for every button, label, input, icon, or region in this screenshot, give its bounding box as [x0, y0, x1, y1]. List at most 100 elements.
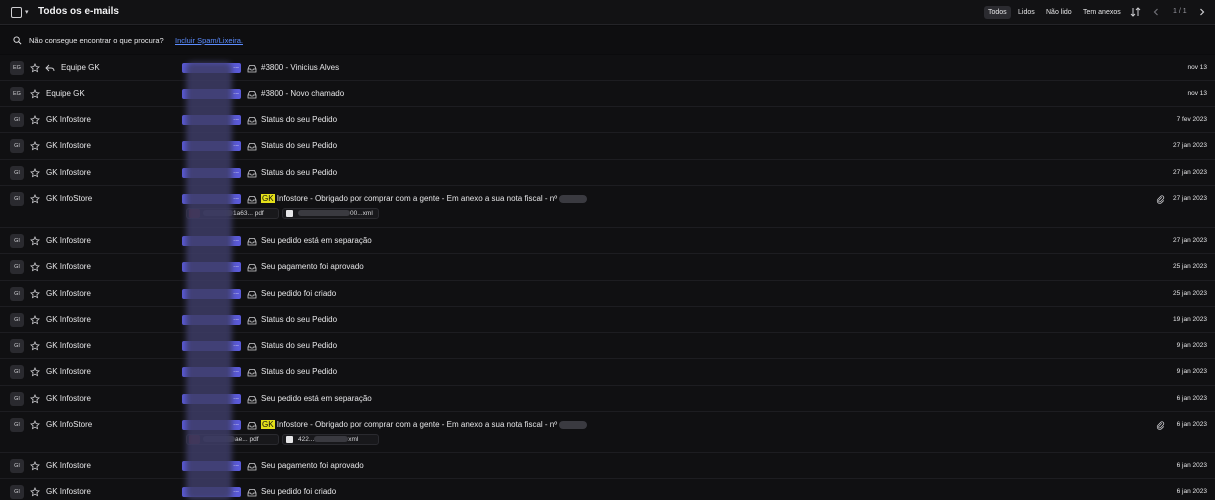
file-icon: [286, 436, 293, 443]
email-row[interactable]: GI GK Infostore... Status do seu Pedido 27 …: [0, 133, 1215, 160]
email-row[interactable]: GI GK Infostore... Status do seu Pedido 27 …: [0, 160, 1215, 186]
avatar: EG: [10, 87, 24, 101]
star-icon[interactable]: [30, 236, 40, 246]
inbox-icon: [247, 342, 257, 350]
next-page-icon[interactable]: [1196, 6, 1208, 18]
star-icon[interactable]: [30, 420, 40, 430]
star-icon[interactable]: [30, 289, 40, 299]
star-icon[interactable]: [30, 341, 40, 351]
inbox-icon: [247, 263, 257, 271]
sort-icon[interactable]: [1130, 6, 1142, 18]
redacted-value: [314, 436, 349, 443]
filter-read[interactable]: Lidos: [1014, 6, 1039, 19]
email-subject: Seu pedido foi criado: [261, 289, 337, 298]
star-icon[interactable]: [30, 262, 40, 272]
inbox-icon: [247, 421, 257, 429]
attachment-name: 422... xml: [298, 436, 359, 443]
star-icon[interactable]: [30, 315, 40, 325]
email-row[interactable]: GI GK Infostore... Seu pedido foi criado 6 …: [0, 479, 1215, 500]
select-dropdown-icon[interactable]: ▾: [25, 8, 29, 16]
search-highlight: GK: [261, 420, 275, 429]
inbox-icon: [247, 169, 257, 177]
sender-name: GK Infostore: [46, 461, 91, 470]
email-date: 27 jan 2023: [1173, 142, 1207, 149]
star-icon[interactable]: [30, 141, 40, 151]
email-date: 25 jan 2023: [1173, 290, 1207, 297]
email-date: 9 jan 2023: [1176, 342, 1207, 349]
reply-icon: [45, 64, 55, 72]
include-spam-trash-link[interactable]: Incluir Spam/Lixeira.: [175, 36, 243, 45]
email-date: 6 jan 2023: [1176, 421, 1207, 428]
email-row[interactable]: GI GK InfoStore... GK Infostore - Obrigado…: [0, 412, 1215, 453]
star-icon[interactable]: [30, 194, 40, 204]
avatar: GI: [10, 418, 24, 432]
email-subject: Status do seu Pedido: [261, 168, 338, 177]
filter-unread[interactable]: Não lido: [1042, 6, 1076, 19]
inbox-icon: [247, 116, 257, 124]
email-subject: Status do seu Pedido: [261, 141, 338, 150]
inbox-icon: [247, 395, 257, 403]
paperclip-icon: [1156, 195, 1165, 204]
attachment-xml[interactable]: 00...xml: [282, 208, 379, 219]
prev-page-icon[interactable]: [1150, 6, 1162, 18]
email-date: nov 13: [1187, 64, 1207, 71]
email-date: 6 jan 2023: [1176, 395, 1207, 402]
email-row[interactable]: GI GK Infostore... Status do seu Pedido 7 f…: [0, 107, 1215, 133]
filter-all[interactable]: Todos: [984, 6, 1011, 19]
avatar: GI: [10, 485, 24, 499]
attachment-xml[interactable]: 422... xml: [282, 434, 379, 445]
star-icon[interactable]: [30, 63, 40, 73]
email-row[interactable]: GI GK Infostore... Status do seu Pedido 19 …: [0, 307, 1215, 333]
attachment-name: 00...xml: [298, 209, 373, 218]
paperclip-icon: [1156, 421, 1165, 430]
email-subject: GK Infostore - Obrigado por comprar com …: [261, 194, 588, 203]
email-subject: Status do seu Pedido: [261, 115, 338, 124]
page-count: 1 / 1: [1173, 8, 1187, 15]
email-row[interactable]: GI GK Infostore... Status do seu Pedido 9 j…: [0, 359, 1215, 386]
email-row[interactable]: GI GK Infostore... Seu pagamento foi aprov…: [0, 453, 1215, 479]
filter-attachments[interactable]: Tem anexos: [1079, 6, 1125, 19]
star-icon[interactable]: [30, 168, 40, 178]
email-row[interactable]: EG Equipe GK... #3800 - Novo chamado nov 13: [0, 81, 1215, 107]
email-subject: Status do seu Pedido: [261, 341, 338, 350]
sender-name: GK Infostore: [46, 115, 91, 124]
select-all-checkbox[interactable]: [11, 7, 22, 18]
inbox-icon: [247, 290, 257, 298]
star-icon[interactable]: [30, 89, 40, 99]
sender-name: GK Infostore: [46, 141, 91, 150]
inbox-icon: [247, 462, 257, 470]
email-subject: Status do seu Pedido: [261, 315, 338, 324]
email-row[interactable]: GI GK Infostore... Seu pedido está em sepa…: [0, 228, 1215, 254]
email-row[interactable]: GI GK Infostore... Status do seu Pedido 9 j…: [0, 333, 1215, 359]
star-icon[interactable]: [30, 461, 40, 471]
file-icon: [286, 210, 293, 217]
sender-name: Equipe GK: [61, 63, 100, 72]
email-date: 7 fev 2023: [1176, 116, 1207, 123]
email-row[interactable]: GI GK Infostore... Seu pagamento foi aprov…: [0, 254, 1215, 281]
avatar: GI: [10, 392, 24, 406]
inbox-icon: [247, 368, 257, 376]
inbox-icon: [247, 90, 257, 98]
star-icon[interactable]: [30, 115, 40, 125]
sender-name: GK InfoStore: [46, 420, 93, 429]
inbox-icon: [247, 195, 257, 203]
email-date: 9 jan 2023: [1176, 368, 1207, 375]
email-row[interactable]: GI GK Infostore... Seu pedido está em sepa…: [0, 386, 1215, 412]
email-row[interactable]: GI GK Infostore... Seu pedido foi criado 25…: [0, 281, 1215, 307]
email-subject: Seu pedido foi criado: [261, 487, 337, 496]
sender-name: GK Infostore: [46, 168, 91, 177]
email-row[interactable]: GI GK InfoStore... GK Infostore - Obrigado…: [0, 186, 1215, 228]
avatar: GI: [10, 260, 24, 274]
sender-name: Equipe GK: [46, 89, 85, 98]
email-row[interactable]: EG Equipe GK... #3800 - Vinicius Alves nov …: [0, 55, 1215, 81]
star-icon[interactable]: [30, 367, 40, 377]
search-hint-banner: Não consegue encontrar o que procura? In…: [0, 26, 1215, 54]
sender-name: GK Infostore: [46, 341, 91, 350]
redacted-value: [559, 194, 588, 203]
email-date: nov 13: [1187, 90, 1207, 97]
star-icon[interactable]: [30, 394, 40, 404]
avatar: GI: [10, 139, 24, 153]
star-icon[interactable]: [30, 487, 40, 497]
subject-text: Infostore - Obrigado por comprar com a g…: [274, 194, 558, 203]
inbox-icon: [247, 64, 257, 72]
